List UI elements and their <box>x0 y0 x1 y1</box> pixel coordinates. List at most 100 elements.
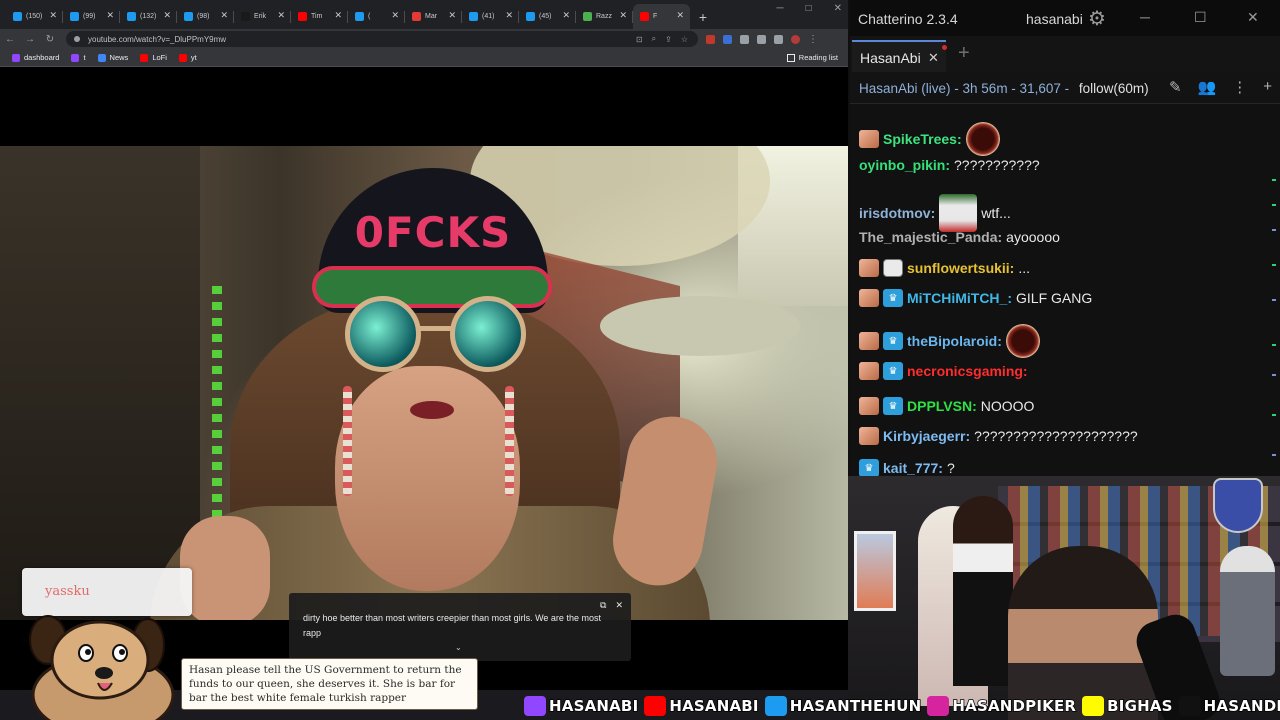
browser-tab[interactable]: Erik ✕ <box>234 4 291 29</box>
message-list[interactable]: SpikeTrees: oyinbo_pikin:??????????? irisd… <box>850 104 1264 476</box>
chat-username[interactable]: necronicsgaming: <box>907 363 1028 379</box>
bookmark-item[interactable]: LoFi <box>136 53 171 62</box>
vip-badge-icon[interactable] <box>859 259 879 277</box>
close-icon[interactable]: ✕ <box>505 10 513 21</box>
vip-badge-icon[interactable] <box>859 362 879 380</box>
bookmarks-bar: dashboard t News LoFi yt Reading list <box>0 49 848 67</box>
menu-icon[interactable]: ⋮ <box>808 34 818 45</box>
close-icon[interactable]: ✕ <box>615 598 623 613</box>
close-icon[interactable]: ✕ <box>619 10 627 21</box>
popout-icon[interactable]: ⧉ <box>600 598 606 613</box>
browser-tab[interactable]: (98) ✕ <box>177 4 234 29</box>
bookmark-item[interactable]: News <box>94 53 133 62</box>
browser-tab[interactable]: (99) ✕ <box>63 4 120 29</box>
vip-badge-icon[interactable] <box>859 130 879 148</box>
crown-badge-icon[interactable]: ♛ <box>883 397 903 415</box>
close-icon[interactable]: ✕ <box>562 10 570 21</box>
close-icon[interactable]: ✕ <box>163 10 171 21</box>
gear-icon[interactable]: ⚙ <box>1088 6 1106 31</box>
close-icon[interactable]: ✕ <box>834 3 842 14</box>
chat-username[interactable]: Kirbyjaegerr: <box>883 428 970 444</box>
crown-badge-icon[interactable]: ♛ <box>883 362 903 380</box>
browser-tab[interactable]: (41) ✕ <box>462 4 519 29</box>
account-name[interactable]: hasanabi <box>1026 11 1083 27</box>
bookmark-item[interactable]: t <box>67 53 89 62</box>
close-icon[interactable]: ✕ <box>106 10 114 21</box>
chat-text: ??????????? <box>954 157 1040 173</box>
avatar[interactable] <box>791 34 800 44</box>
video-player[interactable]: 0FCKS <box>0 146 848 620</box>
maximize-icon[interactable]: ☐ <box>1194 9 1207 26</box>
browser-tab[interactable]: Tim ✕ <box>291 4 348 29</box>
chat-message: Kirbyjaegerr:????????????????????? <box>859 427 1138 445</box>
puzzle-icon[interactable] <box>757 34 766 44</box>
close-icon[interactable]: ✕ <box>1247 9 1259 26</box>
address-bar[interactable]: youtube.com/watch?v=_DluPPmY9mw ⊡ ⌕ ⇪ ☆ <box>66 31 698 47</box>
chat-message: ♛ necronicsgaming: <box>859 362 1028 380</box>
browser-tab[interactable]: Mar ✕ <box>405 4 462 29</box>
chat-username[interactable]: kait_777: <box>883 460 943 476</box>
new-tab-button[interactable]: + <box>690 4 716 29</box>
bookmark-label: LoFi <box>152 53 167 62</box>
reading-list-button[interactable]: Reading list <box>786 53 838 62</box>
bookmark-star-icon[interactable]: ☆ <box>681 35 688 44</box>
browser-tab[interactable]: Razz ✕ <box>576 4 633 29</box>
browser-tab[interactable]: (132) ✕ <box>120 4 177 29</box>
extension-icon[interactable] <box>706 34 715 44</box>
minimize-icon[interactable]: ─ <box>776 3 783 14</box>
vip-badge-icon[interactable] <box>859 289 879 307</box>
video-earring <box>505 386 514 496</box>
pencil-icon[interactable]: ✎ <box>1169 78 1182 96</box>
extension-icon[interactable] <box>723 34 732 44</box>
media-icon[interactable] <box>774 34 783 44</box>
share-icon[interactable]: ⇪ <box>665 35 672 44</box>
crown-badge-icon[interactable]: ♛ <box>883 289 903 307</box>
sub-badge-icon[interactable] <box>883 259 903 277</box>
browser-tab[interactable]: (45) ✕ <box>519 4 576 29</box>
add-split-icon[interactable]: + <box>1263 78 1272 96</box>
tab-strip: (150) ✕ (99) ✕ (132) ✕ (98) ✕ Erik ✕ Tim ✕(✕ Mar ✕ (41… <box>0 0 848 29</box>
chat-username[interactable]: MiTCHiMiTCH_: <box>907 290 1012 306</box>
chat-username[interactable]: DPPLVSN: <box>907 398 977 414</box>
close-icon[interactable]: ✕ <box>277 10 285 21</box>
chevron-down-icon[interactable]: ⌄ <box>455 640 462 655</box>
zoom-icon[interactable]: ⌕ <box>652 34 656 44</box>
chat-username[interactable]: irisdotmov: <box>859 205 935 221</box>
forward-icon[interactable]: → <box>20 34 40 45</box>
crown-badge-icon[interactable]: ♛ <box>859 459 879 476</box>
reload-icon[interactable]: ↻ <box>40 34 60 45</box>
browser-tab[interactable]: (150) ✕ <box>6 4 63 29</box>
vip-badge-icon[interactable] <box>859 397 879 415</box>
chat-username[interactable]: The_majestic_Panda: <box>859 229 1002 245</box>
add-tab-button[interactable]: + <box>958 42 970 65</box>
video-person-hand <box>180 516 270 620</box>
close-icon[interactable]: ✕ <box>49 10 57 21</box>
vip-badge-icon[interactable] <box>859 332 879 350</box>
minimize-icon[interactable]: ─ <box>1140 9 1150 25</box>
crown-badge-icon[interactable]: ♛ <box>883 332 903 350</box>
browser-tab[interactable]: (✕ <box>348 4 405 29</box>
chat-username[interactable]: oyinbo_pikin: <box>859 157 950 173</box>
more-icon[interactable]: ⋮ <box>1232 78 1247 96</box>
bookmark-item[interactable]: dashboard <box>8 53 63 62</box>
bookmark-item[interactable]: yt <box>175 53 201 62</box>
close-icon[interactable]: ✕ <box>676 10 684 21</box>
close-icon[interactable]: ✕ <box>928 50 939 66</box>
chat-username[interactable]: SpikeTrees: <box>883 131 962 147</box>
tab-hasanabi[interactable]: HasanAbi ✕ <box>852 40 947 72</box>
extension-icon[interactable] <box>740 34 749 44</box>
chat-username[interactable]: sunflowertsukii: <box>907 260 1014 276</box>
browser-tab[interactable]: F ✕ <box>633 4 690 29</box>
vip-badge-icon[interactable] <box>859 427 879 445</box>
close-icon[interactable]: ✕ <box>391 10 399 21</box>
close-icon[interactable]: ✕ <box>220 10 228 21</box>
install-icon[interactable]: ⊡ <box>636 35 643 44</box>
scrollbar-highlight-mark <box>1272 179 1276 181</box>
close-icon[interactable]: ✕ <box>448 10 456 21</box>
back-icon[interactable]: ← <box>0 34 20 45</box>
users-icon[interactable]: 👥 <box>1198 78 1217 96</box>
close-icon[interactable]: ✕ <box>334 10 342 21</box>
maximize-icon[interactable]: □ <box>806 3 812 14</box>
chat-scrollbar[interactable] <box>1272 104 1276 476</box>
chat-username[interactable]: theBipolaroid: <box>907 333 1002 349</box>
